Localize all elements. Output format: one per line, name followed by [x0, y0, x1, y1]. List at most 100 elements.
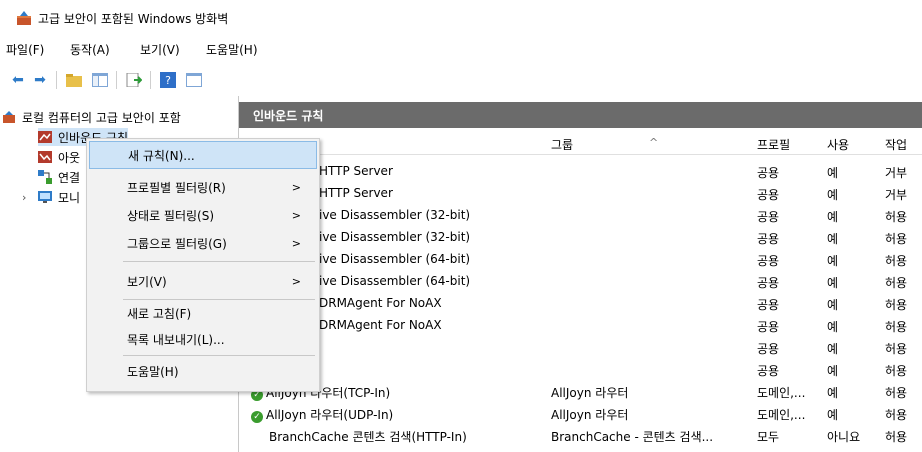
- rule-action: 거부: [885, 166, 908, 180]
- title-bar: 고급 보안이 포함된 Windows 방화벽: [0, 0, 922, 34]
- tree-item-label: 연결: [58, 170, 81, 185]
- rule-profile: 공용: [757, 364, 780, 378]
- table-row[interactable]: ive Disassembler (64-bit) 공용 예 허용: [239, 248, 922, 270]
- expand-chevron-icon[interactable]: ›: [22, 191, 34, 204]
- rule-profile: 공용: [757, 320, 780, 334]
- help-icon[interactable]: ?: [158, 70, 178, 90]
- menu-file[interactable]: 파일(F): [6, 41, 44, 58]
- menu-item-refresh[interactable]: 새로 고침(F): [89, 299, 317, 327]
- tree-item-label: 아웃: [58, 150, 81, 165]
- submenu-arrow-icon: >: [291, 180, 301, 194]
- rule-action: 거부: [885, 188, 908, 202]
- tree-item-monitoring[interactable]: › 모니: [22, 188, 80, 206]
- tree-item-label: 모니: [58, 190, 81, 205]
- rule-profile: 공용: [757, 298, 780, 312]
- rule-name: ive Disassembler (32-bit): [319, 230, 471, 244]
- rule-action: 허용: [885, 298, 908, 312]
- forward-arrow-icon[interactable]: ➡: [30, 70, 50, 90]
- table-row[interactable]: DRMAgent For NoAX 공용 예 허용: [239, 314, 922, 336]
- properties-icon[interactable]: [184, 70, 204, 90]
- panel-header-title: 인바운드 규칙: [253, 109, 324, 123]
- menu-item-label: 도움말(H): [127, 364, 179, 379]
- show-hide-console-tree-icon[interactable]: [90, 70, 110, 90]
- menu-item-label: 그룹으로 필터링(G): [127, 236, 227, 251]
- table-row[interactable]: HTTP Server 공용 예 거부: [239, 182, 922, 204]
- rule-enabled: 예: [827, 210, 839, 224]
- menu-item-view[interactable]: 보기(V) >: [89, 267, 317, 295]
- table-row[interactable]: 공용 예 허용: [239, 358, 922, 380]
- menu-item-label: 새 규칙(N)...: [128, 148, 195, 163]
- submenu-arrow-icon: >: [291, 236, 301, 250]
- submenu-arrow-icon: >: [291, 274, 301, 288]
- enabled-check-icon: ✓: [251, 411, 263, 423]
- inbound-rules-icon: [38, 131, 52, 143]
- tree-item-connection-security[interactable]: 연결: [38, 168, 80, 186]
- submenu-arrow-icon: >: [291, 208, 301, 222]
- rule-action: 허용: [885, 408, 908, 422]
- column-group[interactable]: 그룹: [551, 136, 573, 153]
- column-profile[interactable]: 프로필: [757, 136, 790, 153]
- monitoring-icon: [38, 191, 52, 203]
- tree-item-outbound-rules[interactable]: 아웃: [38, 148, 80, 166]
- menu-action[interactable]: 동작(A): [70, 41, 110, 58]
- export-list-icon[interactable]: [124, 70, 144, 90]
- rule-name: ive Disassembler (32-bit): [319, 208, 471, 222]
- rule-profile: 모두: [757, 430, 780, 444]
- table-row[interactable]: BranchCache 콘텐츠 검색(HTTP-In) BranchCache …: [239, 424, 922, 446]
- table-row[interactable]: ive Disassembler (32-bit) 공용 예 허용: [239, 226, 922, 248]
- rule-enabled: 예: [827, 386, 839, 400]
- menu-item-filter-by-profile[interactable]: 프로필별 필터링(R) >: [89, 173, 317, 201]
- rule-name: DRMAgent For NoAX: [319, 318, 442, 332]
- rule-action: 허용: [885, 232, 908, 246]
- rule-action: 허용: [885, 320, 908, 334]
- toolbar: ⬅ ➡ ?: [0, 62, 922, 97]
- column-header: 그룹 ^ 프로필 사용 작업: [239, 132, 922, 155]
- table-row[interactable]: ive Disassembler (32-bit) 공용 예 허용: [239, 204, 922, 226]
- sort-ascending-icon: ^: [649, 136, 659, 149]
- menu-view[interactable]: 보기(V): [140, 41, 180, 58]
- menu-help[interactable]: 도움말(H): [206, 41, 258, 58]
- rule-enabled: 예: [827, 232, 839, 246]
- column-action[interactable]: 작업: [885, 136, 907, 153]
- rule-action: 허용: [885, 254, 908, 268]
- rule-profile: 공용: [757, 188, 780, 202]
- folder-up-icon[interactable]: [64, 70, 84, 90]
- svg-text:?: ?: [165, 74, 171, 87]
- menu-item-new-rule[interactable]: 새 규칙(N)...: [89, 141, 317, 169]
- rule-profile: 공용: [757, 342, 780, 356]
- firewall-app-icon: [17, 11, 31, 25]
- menu-item-help[interactable]: 도움말(H): [89, 357, 317, 385]
- rule-profile: 공용: [757, 276, 780, 290]
- rule-group: AllJoyn 라우터: [551, 386, 629, 400]
- table-row[interactable]: ✓ AllJoyn 라우터(TCP-In) AllJoyn 라우터 도메인,...…: [239, 380, 922, 402]
- rule-action: 허용: [885, 342, 908, 356]
- rule-enabled: 예: [827, 276, 839, 290]
- rule-enabled: 아니요: [827, 430, 861, 444]
- menu-item-filter-by-group[interactable]: 그룹으로 필터링(G) >: [89, 229, 317, 257]
- tree-root[interactable]: 로컬 컴퓨터의 고급 보안이 포함: [2, 108, 181, 126]
- rule-name: DRMAgent For NoAX: [319, 296, 442, 310]
- rule-profile: 공용: [757, 232, 780, 246]
- column-enabled[interactable]: 사용: [827, 136, 849, 153]
- menu-item-export-list[interactable]: 목록 내보내기(L)...: [89, 325, 317, 353]
- rule-enabled: 예: [827, 188, 839, 202]
- table-row[interactable]: HTTP Server 공용 예 거부: [239, 160, 922, 182]
- table-row[interactable]: ✓ AllJoyn 라우터(UDP-In) AllJoyn 라우터 도메인,...…: [239, 402, 922, 424]
- menu-separator: [123, 261, 315, 262]
- table-row[interactable]: ive Disassembler (64-bit) 공용 예 허용: [239, 270, 922, 292]
- menu-item-label: 프로필별 필터링(R): [127, 180, 226, 195]
- menu-item-label: 보기(V): [127, 274, 167, 289]
- rule-profile: 공용: [757, 254, 780, 268]
- menu-item-filter-by-state[interactable]: 상태로 필터링(S) >: [89, 201, 317, 229]
- rule-enabled: 예: [827, 166, 839, 180]
- table-row[interactable]: DRMAgent For NoAX 공용 예 허용: [239, 292, 922, 314]
- back-arrow-icon[interactable]: ⬅: [8, 70, 28, 90]
- table-row[interactable]: 공용 예 허용: [239, 336, 922, 358]
- rule-action: 허용: [885, 364, 908, 378]
- rule-name: ✓ AllJoyn 라우터(UDP-In): [251, 406, 393, 423]
- rule-enabled: 예: [827, 408, 839, 422]
- rule-name: HTTP Server: [319, 164, 393, 178]
- menu-item-label: 목록 내보내기(L)...: [127, 332, 225, 347]
- rule-group: BranchCache - 콘텐츠 검색...: [551, 430, 714, 444]
- rule-action: 허용: [885, 386, 908, 400]
